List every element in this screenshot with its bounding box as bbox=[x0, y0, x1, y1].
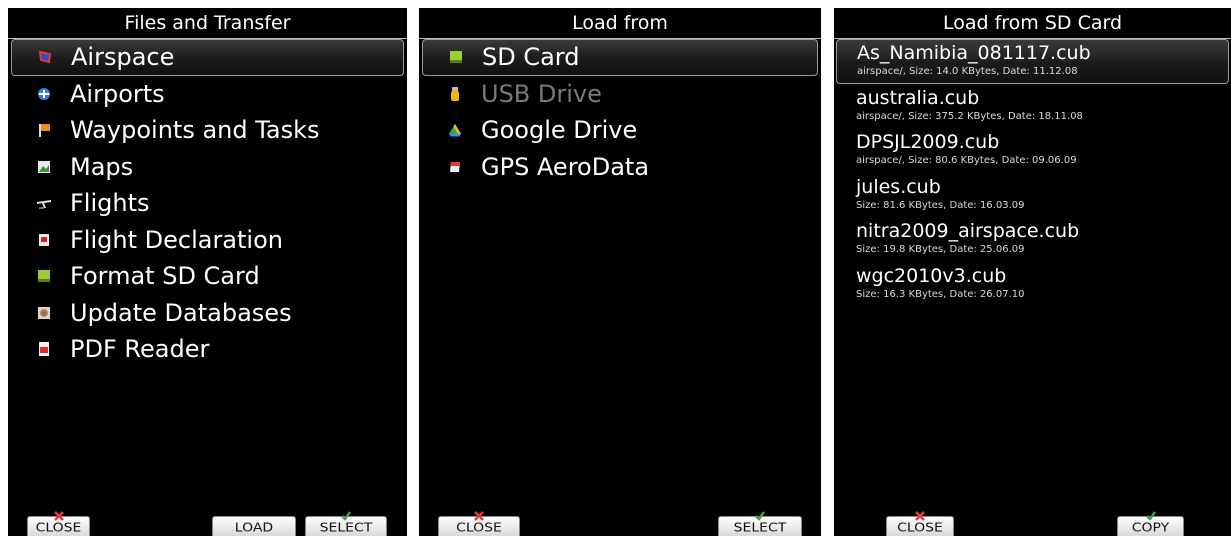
panel-title: Load from bbox=[419, 8, 821, 39]
copy-button[interactable]: COPY bbox=[1117, 511, 1184, 536]
pdf-icon bbox=[36, 341, 52, 357]
file-meta: Size: 81.6 KBytes, Date: 16.03.09 bbox=[856, 199, 1025, 211]
menu-item-label: Google Drive bbox=[481, 116, 638, 145]
menu-item-label: SD Card bbox=[482, 43, 580, 72]
gps-aerodata-icon bbox=[447, 159, 463, 175]
file-name: wgc2010v3.cub bbox=[856, 264, 1007, 287]
file-meta: Size: 19.8 KBytes, Date: 25.06.09 bbox=[856, 244, 1025, 255]
file-name: nitra2009_airspace.cub bbox=[856, 220, 1080, 242]
file-meta: airspace/, Size: 14.0 KBytes, Date: 11.1… bbox=[857, 66, 1078, 77]
copy-button-label: COPY bbox=[1131, 520, 1170, 536]
files-menu: Airspace Airports Waypoints and Tasks Ma… bbox=[8, 39, 407, 368]
select-button[interactable]: SELECT bbox=[718, 511, 802, 536]
menu-item-label: Airports bbox=[70, 79, 165, 108]
menu-item-airspace[interactable]: Airspace bbox=[11, 39, 404, 76]
panel-title: Load from SD Card bbox=[834, 8, 1231, 39]
files-and-transfer-panel: Files and Transfer Airspace Airports Way… bbox=[8, 8, 407, 536]
glider-icon bbox=[36, 195, 52, 211]
file-item[interactable]: australia.cub airspace/, Size: 375.2 KBy… bbox=[834, 84, 1231, 129]
close-button-label: CLOSE bbox=[897, 520, 943, 536]
sd-card-icon bbox=[36, 268, 52, 284]
select-button-label: SELECT bbox=[319, 520, 373, 536]
menu-item-label: Update Databases bbox=[70, 298, 292, 327]
file-name: DPSJL2009.cub bbox=[856, 131, 1000, 153]
file-item[interactable]: wgc2010v3.cub Size: 16.3 KBytes, Date: 2… bbox=[834, 262, 1231, 307]
source-menu: SD Card USB Drive Google Drive GPS AeroD… bbox=[419, 39, 821, 185]
menu-item-label: PDF Reader bbox=[70, 335, 210, 364]
close-button-label: CLOSE bbox=[456, 520, 502, 536]
select-button-label: SELECT bbox=[733, 520, 787, 536]
close-button[interactable]: CLOSE bbox=[438, 511, 520, 536]
menu-item-airports[interactable]: Airports bbox=[8, 76, 407, 113]
sd-card-icon bbox=[448, 49, 464, 65]
menu-item-label: Maps bbox=[70, 152, 134, 181]
file-item[interactable]: As_Namibia_081117.cub airspace/, Size: 1… bbox=[836, 39, 1229, 84]
menu-item-label: GPS AeroData bbox=[481, 152, 650, 181]
menu-item-usb-drive: USB Drive bbox=[419, 76, 821, 113]
menu-item-gps-aerodata[interactable]: GPS AeroData bbox=[419, 149, 821, 186]
select-button[interactable]: SELECT bbox=[305, 511, 387, 536]
panel-title: Files and Transfer bbox=[8, 8, 407, 39]
declaration-icon bbox=[36, 232, 52, 248]
menu-item-label: Flight Declaration bbox=[70, 225, 283, 254]
airport-icon bbox=[36, 86, 52, 102]
usb-drive-icon bbox=[447, 86, 463, 102]
menu-item-maps[interactable]: Maps bbox=[8, 149, 407, 186]
load-button[interactable]: LOAD bbox=[212, 516, 296, 536]
menu-item-label: Flights bbox=[70, 189, 150, 218]
file-meta: airspace/, Size: 375.2 KBytes, Date: 18.… bbox=[856, 110, 1083, 122]
menu-item-flights[interactable]: Flights bbox=[8, 185, 407, 222]
file-meta: airspace/, Size: 80.6 KBytes, Date: 09.0… bbox=[856, 155, 1077, 166]
menu-item-waypoints-and-tasks[interactable]: Waypoints and Tasks bbox=[8, 112, 407, 149]
close-button-label: CLOSE bbox=[35, 520, 82, 536]
load-button-label: LOAD bbox=[234, 520, 274, 536]
waypoint-flag-icon bbox=[36, 122, 52, 138]
menu-item-pdf-reader[interactable]: PDF Reader bbox=[8, 331, 407, 368]
menu-item-label: USB Drive bbox=[481, 79, 602, 108]
menu-item-sd-card[interactable]: SD Card bbox=[422, 39, 818, 76]
load-from-panel: Load from SD Card USB Drive Google Drive… bbox=[419, 8, 821, 536]
file-list: As_Namibia_081117.cub airspace/, Size: 1… bbox=[834, 39, 1231, 306]
map-icon bbox=[36, 159, 52, 175]
file-item[interactable]: jules.cub Size: 81.6 KBytes, Date: 16.03… bbox=[834, 173, 1231, 218]
file-name: australia.cub bbox=[856, 86, 980, 109]
file-name: As_Namibia_081117.cub bbox=[857, 42, 1091, 64]
menu-item-label: Format SD Card bbox=[70, 262, 260, 291]
airspace-icon bbox=[37, 49, 53, 65]
menu-item-label: Airspace bbox=[71, 43, 175, 72]
load-from-sd-card-panel: Load from SD Card As_Namibia_081117.cub … bbox=[834, 8, 1231, 536]
file-item[interactable]: nitra2009_airspace.cub Size: 19.8 KBytes… bbox=[834, 217, 1231, 262]
google-drive-icon bbox=[447, 122, 463, 138]
menu-item-google-drive[interactable]: Google Drive bbox=[419, 112, 821, 149]
menu-item-label: Waypoints and Tasks bbox=[70, 116, 320, 145]
close-button[interactable]: CLOSE bbox=[27, 511, 90, 536]
close-button[interactable]: CLOSE bbox=[886, 511, 954, 536]
file-name: jules.cub bbox=[856, 175, 941, 198]
file-item[interactable]: DPSJL2009.cub airspace/, Size: 80.6 KByt… bbox=[834, 128, 1231, 173]
file-meta: Size: 16.3 KBytes, Date: 26.07.10 bbox=[856, 288, 1025, 300]
menu-item-update-databases[interactable]: Update Databases bbox=[8, 295, 407, 332]
menu-item-flight-declaration[interactable]: Flight Declaration bbox=[8, 222, 407, 259]
menu-item-format-sd-card[interactable]: Format SD Card bbox=[8, 258, 407, 295]
database-icon bbox=[36, 305, 52, 321]
